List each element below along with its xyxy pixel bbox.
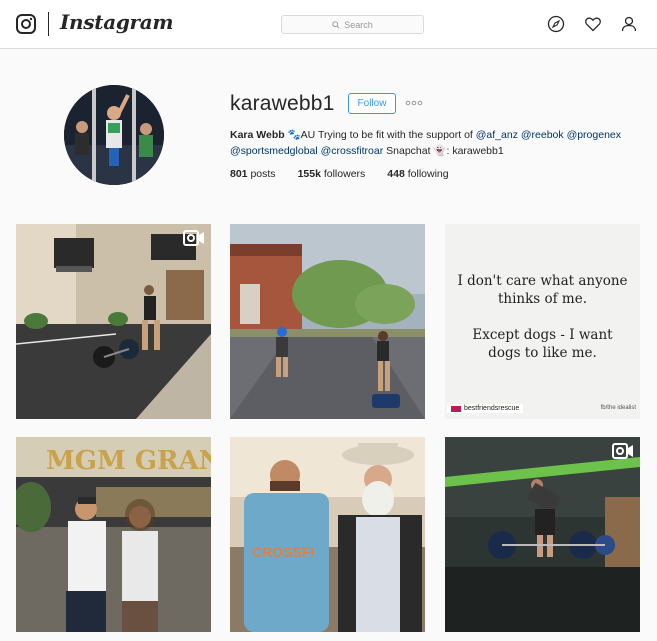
quote-line: Except dogs - I want [472,327,613,343]
bio-text: Trying to be fit with the support of [317,129,473,141]
followers-label: followers [323,168,366,180]
profile-full-name: Kara Webb [230,129,285,141]
post-tile-2[interactable] [230,224,425,419]
bio-mention-sportsmedglobal[interactable]: @sportsmedglobal [230,145,318,157]
avatar-photo [64,85,164,185]
instagram-wordmark[interactable]: Instagram [60,10,174,34]
post-tile-1[interactable] [16,224,211,419]
shirt-text: CROSSFI [252,544,314,560]
bio-mention-af-anz[interactable]: @af_anz [476,129,518,141]
posts-count: 801 [230,168,248,180]
top-navigation-bar: Instagram Search [0,0,657,49]
post-tile-6[interactable] [445,437,640,632]
followers-count: 155k [297,168,321,180]
quote-text: I don't care what anyone thinks of me. E… [445,272,640,362]
instagram-logo-icon[interactable] [16,14,36,34]
posts-label: posts [250,168,276,180]
post-tile-5[interactable]: CROSSFI [230,437,425,632]
search-input[interactable]: Search [281,15,424,34]
bio-snapchat: Snapchat 👻: karawebb1 [386,145,504,157]
stat-followers[interactable]: 155k followers [298,168,366,180]
activity-button[interactable] [584,15,602,33]
more-dots-icon [405,100,423,106]
profile-button[interactable] [620,15,638,33]
following-count: 448 [387,168,405,180]
logo-divider [48,12,49,36]
video-icon [183,230,204,246]
video-icon [612,443,633,459]
quote-source: fb/the idealist [600,405,636,411]
post-image [230,224,425,419]
quote-line: thinks of me. [497,291,588,307]
repost-credit: bestfriendsrescue [447,404,524,413]
post-image: MGM GRAND [16,437,211,632]
stat-following[interactable]: 448 following [387,168,448,180]
compass-icon [547,15,565,33]
following-label: following [407,168,449,180]
search-placeholder: Search [344,19,373,30]
quote-line: I don't care what anyone [457,273,628,289]
person-icon [621,16,637,32]
bio-flag: 🐾AU [287,129,316,141]
stat-posts: 801 posts [230,168,276,180]
profile-bio: Kara Webb 🐾AU Trying to be fit with the … [230,127,650,159]
bio-mention-reebok[interactable]: @reebok [521,129,564,141]
repost-icon [451,405,461,412]
more-options-button[interactable] [404,94,424,112]
post-tile-3[interactable]: I don't care what anyone thinks of me. E… [445,224,640,419]
bio-mention-crossfitroar[interactable]: @crossfitroar [321,145,384,157]
profile-avatar[interactable] [64,85,164,185]
search-icon [332,20,340,29]
profile-username: karawebb1 [230,92,335,115]
heart-icon [585,17,601,32]
bio-mention-progenex[interactable]: @progenex [567,129,621,141]
post-image: CROSSFI [230,437,425,632]
explore-button[interactable] [547,15,565,33]
post-image [445,437,640,632]
quote-line: dogs to like me. [488,345,597,361]
sign-text: MGM GRAND [46,446,211,476]
repost-credit-text: bestfriendsrescue [464,405,520,412]
post-tile-4[interactable]: MGM GRAND [16,437,211,632]
profile-stats: 801 posts 155k followers 448 following [230,168,449,180]
follow-button[interactable]: Follow [348,93,396,114]
post-image [16,224,211,419]
